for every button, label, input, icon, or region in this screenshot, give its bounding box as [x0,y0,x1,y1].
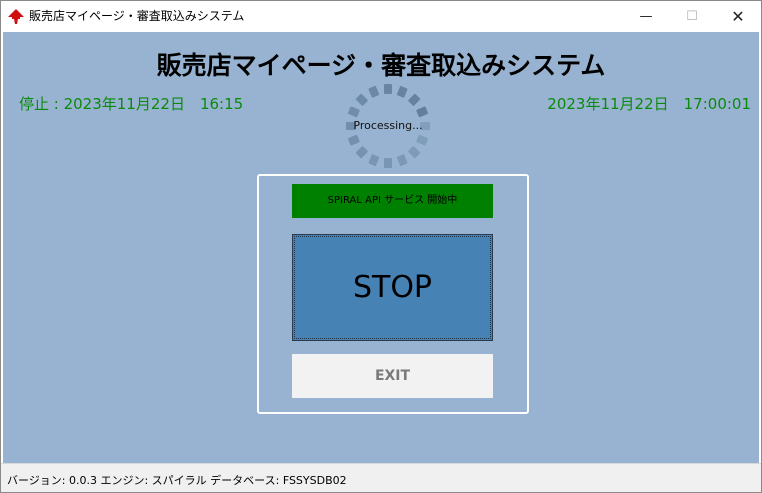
spinner-segment [368,154,380,167]
version-info: バージョン: 0.0.3 エンジン: スパイラル データベース: FSSYSDB… [7,474,347,487]
stop-status-text: 停止 : 2023年11月22日 16:15 [19,95,244,113]
maximize-button[interactable]: ☐ [669,1,715,32]
app-logo-icon [8,9,24,24]
app-window: 販売店マイページ・審査取込みシステム — ☐ ✕ 販売店マイページ・審査取込みシ… [0,0,762,493]
status-bar: バージョン: 0.0.3 エンジン: スパイラル データベース: FSSYSDB… [1,463,761,492]
exit-button[interactable]: EXIT [292,354,493,398]
spinner-segment [396,154,408,167]
stop-button[interactable]: STOP [292,234,493,341]
spinner-segment [355,146,368,159]
spinner-segment [408,93,421,106]
spinner-segment [384,158,392,168]
close-button[interactable]: ✕ [715,1,761,32]
spinner-segment [408,146,421,159]
spinner-segment [355,93,368,106]
spinner-segment [396,85,408,98]
spinner-segment [416,134,429,146]
spinner-segment [347,106,360,118]
service-status-badge: SPIRAL API サービス 開始中 [292,184,493,218]
spinner-segment [384,84,392,94]
spinner-segment [368,85,380,98]
minimize-button[interactable]: — [623,1,669,32]
spinner-segment [347,134,360,146]
current-datetime: 2023年11月22日 17:00:01 [547,95,751,113]
window-title: 販売店マイページ・審査取込みシステム [29,9,245,23]
main-area: 販売店マイページ・審査取込みシステム 停止 : 2023年11月22日 16:1… [3,32,759,463]
spinner-segment [416,106,429,118]
title-bar[interactable]: 販売店マイページ・審査取込みシステム — ☐ ✕ [1,1,761,32]
processing-label: Processing... [353,119,423,132]
